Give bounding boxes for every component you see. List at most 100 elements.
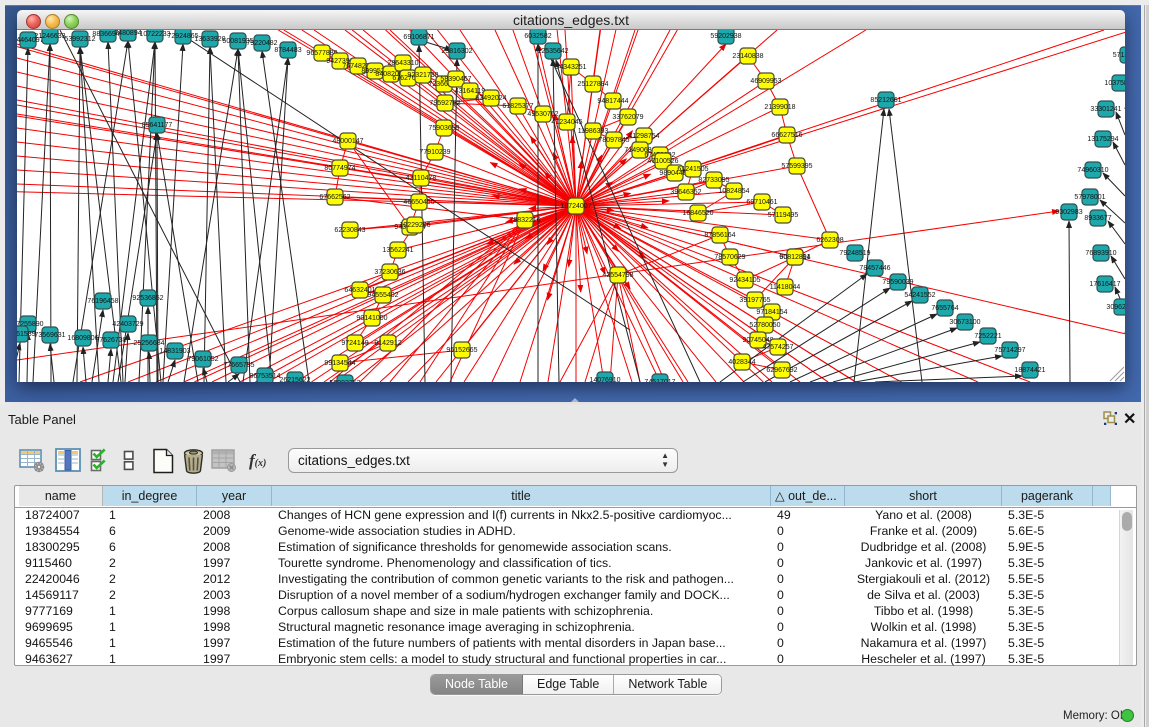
- svg-text:76196458: 76196458: [87, 298, 118, 305]
- svg-text:33301241: 33301241: [1090, 106, 1121, 113]
- svg-text:79592782: 79592782: [429, 100, 460, 107]
- svg-text:30673100: 30673100: [949, 319, 980, 326]
- svg-text:21246633: 21246633: [34, 33, 65, 40]
- svg-text:75903659: 75903659: [428, 125, 459, 132]
- svg-text:85641177: 85641177: [142, 122, 173, 129]
- svg-text:79220482: 79220482: [246, 40, 277, 47]
- svg-text:63492024: 63492024: [475, 95, 506, 102]
- svg-text:10824854: 10824854: [718, 188, 749, 195]
- svg-text:6262308: 6262308: [816, 237, 843, 244]
- svg-text:10722233: 10722233: [139, 31, 170, 38]
- svg-text:78832216: 78832216: [509, 217, 540, 224]
- svg-text:8784483: 8784483: [274, 47, 301, 54]
- svg-text:79061052: 79061052: [187, 356, 218, 363]
- svg-text:26215622: 26215622: [279, 377, 310, 382]
- svg-text:78457446: 78457446: [859, 265, 890, 272]
- svg-text:42554798: 42554798: [602, 272, 633, 279]
- svg-text:59202938: 59202938: [710, 33, 741, 40]
- svg-text:52780050: 52780050: [749, 322, 780, 329]
- svg-text:39646352: 39646352: [670, 189, 701, 196]
- svg-text:12535642: 12535642: [537, 48, 568, 55]
- svg-text:37230636: 37230636: [374, 269, 405, 276]
- svg-text:53992312: 53992312: [64, 36, 95, 43]
- svg-text:77665755: 77665755: [223, 362, 254, 369]
- svg-text:69710461: 69710461: [746, 199, 777, 206]
- svg-text:13633920: 13633920: [194, 36, 225, 43]
- svg-text:47100526: 47100526: [647, 158, 678, 165]
- svg-text:18724007: 18724007: [560, 203, 591, 210]
- svg-text:74517017: 74517017: [644, 379, 675, 382]
- svg-text:92434105: 92434105: [729, 277, 760, 284]
- svg-text:25127884: 25127884: [577, 81, 608, 88]
- svg-text:85212661: 85212661: [870, 97, 901, 104]
- svg-text:23140838: 23140838: [732, 53, 763, 60]
- svg-text:73569631: 73569631: [34, 332, 65, 339]
- svg-text:43164119: 43164119: [455, 88, 486, 95]
- svg-text:10229206: 10229206: [399, 222, 430, 229]
- svg-text:9142912: 9142912: [374, 340, 401, 347]
- svg-text:49530762: 49530762: [527, 111, 558, 118]
- svg-text:8933677: 8933677: [1084, 215, 1111, 222]
- svg-text:78570629: 78570629: [714, 254, 745, 261]
- svg-text:28643310: 28643310: [387, 60, 418, 67]
- svg-text:11418044: 11418044: [770, 284, 801, 291]
- svg-text:46650450: 46650450: [403, 199, 434, 206]
- svg-text:6032582: 6032582: [524, 33, 551, 40]
- svg-text:18874421: 18874421: [1014, 367, 1045, 374]
- svg-text:7252221: 7252221: [974, 333, 1001, 340]
- svg-text:90745048: 90745048: [742, 337, 773, 344]
- svg-text:97184154: 97184154: [756, 309, 787, 316]
- svg-text:54241552: 54241552: [904, 292, 935, 299]
- svg-text:95152665: 95152665: [446, 347, 477, 354]
- svg-text:7480894: 7480894: [114, 30, 141, 37]
- svg-text:57599395: 57599395: [781, 163, 812, 170]
- svg-text:20361589: 20361589: [17, 331, 36, 338]
- svg-text:41298754: 41298754: [628, 133, 659, 140]
- svg-text:13175294: 13175294: [1087, 136, 1118, 143]
- svg-text:74960310: 74960310: [1077, 167, 1108, 174]
- svg-text:77910239: 77910239: [419, 149, 450, 156]
- svg-text:47574257: 47574257: [762, 344, 793, 351]
- svg-text:78097845: 78097845: [598, 137, 629, 144]
- svg-text:4028344: 4028344: [728, 359, 755, 366]
- svg-text:80774974: 80774974: [324, 165, 355, 172]
- svg-text:30962626: 30962626: [1106, 304, 1125, 311]
- svg-text:41234045: 41234045: [551, 119, 582, 126]
- svg-text:57119495: 57119495: [768, 212, 799, 219]
- svg-text:90141000: 90141000: [356, 315, 387, 322]
- svg-text:48000147: 48000147: [332, 138, 363, 145]
- svg-text:16846520: 16846520: [682, 210, 713, 217]
- svg-text:57978001: 57978001: [1074, 194, 1105, 201]
- svg-text:34343251: 34343251: [555, 64, 586, 71]
- svg-text:66627516: 66627516: [771, 132, 802, 139]
- svg-text:42403729: 42403729: [112, 321, 143, 328]
- svg-text:94817444: 94817444: [597, 98, 628, 105]
- svg-text:33762079: 33762079: [612, 114, 643, 121]
- svg-text:62967692: 62967692: [766, 367, 797, 374]
- svg-text:9302983: 9302983: [1055, 209, 1082, 216]
- svg-text:11986393: 11986393: [578, 128, 609, 135]
- svg-text:79590039: 79590039: [882, 279, 913, 286]
- svg-text:79248519: 79248519: [839, 250, 870, 257]
- svg-text:67662562: 67662562: [319, 194, 350, 201]
- svg-text:94555402: 94555402: [367, 292, 398, 299]
- svg-text:29816302: 29816302: [441, 48, 472, 55]
- svg-text:99134544: 99134544: [324, 360, 355, 367]
- svg-text:21399018: 21399018: [764, 104, 795, 111]
- svg-text:39197765: 39197765: [739, 297, 770, 304]
- svg-text:46909953: 46909953: [750, 78, 781, 85]
- svg-text:43110478: 43110478: [406, 175, 437, 182]
- svg-text:58390467: 58390467: [440, 76, 471, 83]
- svg-text:86753514: 86753514: [249, 373, 280, 380]
- svg-text:61825377: 61825377: [502, 103, 533, 110]
- svg-text:82733095: 82733095: [698, 177, 729, 184]
- svg-text:25256684: 25256684: [133, 340, 164, 347]
- svg-text:17616417: 17616417: [1089, 281, 1120, 288]
- svg-text:87856164: 87856164: [704, 232, 735, 239]
- svg-text:14831903: 14831903: [159, 348, 190, 355]
- svg-text:13562241: 13562241: [382, 247, 413, 254]
- svg-text:77626738: 77626738: [95, 337, 126, 344]
- svg-text:76893910: 76893910: [1085, 250, 1116, 257]
- svg-text:92536852: 92536852: [132, 295, 163, 302]
- svg-text:61241505: 61241505: [677, 166, 708, 173]
